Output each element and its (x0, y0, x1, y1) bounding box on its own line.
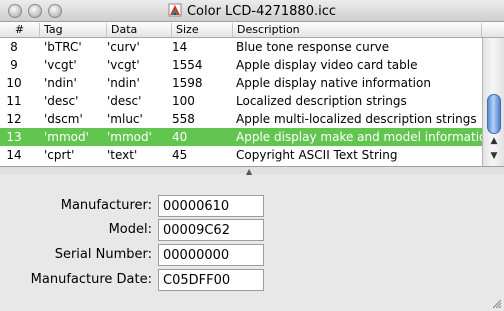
table-row[interactable]: 11 'desc' 'desc' 100 Localized descripti… (0, 92, 482, 110)
row-tag: 'vcgt' (44, 58, 77, 72)
row-number: 10 (6, 76, 22, 90)
table-row[interactable]: 8 'bTRC' 'curv' 14 Blue tone response cu… (0, 38, 482, 56)
serial-number-label: Serial Number: (54, 247, 152, 262)
table-row[interactable]: 14 'cprt' 'text' 45 Copyright ASCII Text… (0, 146, 482, 164)
resize-grip-icon[interactable] (490, 297, 502, 309)
color-profile-icon (168, 3, 182, 17)
row-description: Apple multi-localized description string… (236, 112, 477, 126)
row-data-type: 'vcgt' (107, 58, 140, 72)
column-header-description[interactable]: Description (233, 23, 482, 37)
row-number: 8 (10, 40, 18, 54)
row-size: 40 (172, 130, 188, 144)
row-size: 100 (172, 94, 195, 108)
row-tag: 'dscm' (44, 112, 83, 126)
row-number: 9 (10, 58, 18, 72)
row-size: 1554 (172, 58, 203, 72)
row-description: Apple display native information (236, 76, 431, 90)
row-description: Localized description strings (236, 94, 407, 108)
row-tag: 'mmod' (44, 130, 89, 144)
row-data-type: 'ndin' (107, 76, 140, 90)
row-data-type: 'mluc' (107, 112, 143, 126)
scroll-down-arrow-icon[interactable]: ▼ (487, 149, 501, 163)
row-description: Copyright ASCII Text String (236, 148, 398, 162)
row-description: Blue tone response curve (236, 40, 390, 54)
row-tag: 'bTRC' (44, 40, 82, 54)
table-row-selected[interactable]: 13 'mmod' 'mmod' 40 Apple display make a… (0, 128, 482, 146)
scroll-up-arrow-icon[interactable]: ▲ (487, 134, 501, 148)
manufacturer-row: Manufacturer: (0, 195, 504, 217)
row-data-type: 'desc' (107, 94, 142, 108)
table-vertical-scrollbar[interactable]: ▲ ▼ (482, 38, 504, 166)
serial-number-field[interactable] (158, 244, 264, 266)
row-number: 11 (6, 94, 22, 108)
manufacturer-label: Manufacturer: (60, 198, 152, 213)
table-row[interactable]: 12 'dscm' 'mluc' 558 Apple multi-localiz… (0, 110, 482, 128)
title-bar[interactable]: Color LCD-4271880.icc (0, 0, 504, 22)
manufacturer-field[interactable] (158, 195, 264, 217)
profile-info-form: Manufacturer: Model: Serial Number: Manu… (0, 174, 504, 311)
row-size: 558 (172, 112, 195, 126)
icc-profile-window: Color LCD-4271880.icc # Tag Data Size De… (0, 0, 504, 311)
row-data-type: 'curv' (107, 40, 140, 54)
row-size: 45 (172, 148, 188, 162)
manufacture-date-field[interactable] (158, 269, 264, 291)
model-row: Model: (0, 219, 504, 241)
model-label: Model: (108, 222, 152, 237)
scrollbar-thumb[interactable] (487, 94, 501, 134)
table-header: # Tag Data Size Description (0, 22, 504, 38)
column-header-size[interactable]: Size (172, 23, 233, 37)
row-number: 13 (6, 130, 22, 144)
row-number: 14 (6, 148, 22, 162)
manufacture-date-label: Manufacture Date: (30, 272, 152, 287)
table-row[interactable]: 10 'ndin' 'ndin' 1598 Apple display nati… (0, 74, 482, 92)
row-number: 12 (6, 112, 22, 126)
column-header-data[interactable]: Data (107, 23, 172, 37)
table-row[interactable]: 9 'vcgt' 'vcgt' 1554 Apple display video… (0, 56, 482, 74)
row-size: 14 (172, 40, 188, 54)
tag-table[interactable]: # Tag Data Size Description 8 'bTRC' 'cu… (0, 22, 504, 166)
row-tag: 'desc' (44, 94, 79, 108)
table-body: 8 'bTRC' 'curv' 14 Blue tone response cu… (0, 38, 482, 166)
row-description: Apple display make and model informatio (236, 130, 482, 144)
row-size: 1598 (172, 76, 203, 90)
row-data-type: 'text' (107, 148, 138, 162)
row-description: Apple display video card table (236, 58, 418, 72)
split-view-divider[interactable]: ▲ (0, 166, 504, 176)
manufacture-date-row: Manufacture Date: (0, 269, 504, 291)
column-header-tag[interactable]: Tag (40, 23, 107, 37)
column-header-number[interactable]: # (0, 23, 40, 37)
model-field[interactable] (158, 219, 264, 241)
row-tag: 'ndin' (44, 76, 77, 90)
window-title-group: Color LCD-4271880.icc (0, 3, 504, 19)
serial-number-row: Serial Number: (0, 244, 504, 266)
window-title: Color LCD-4271880.icc (186, 4, 337, 19)
row-tag: 'cprt' (44, 148, 75, 162)
row-data-type: 'mmod' (107, 130, 152, 144)
